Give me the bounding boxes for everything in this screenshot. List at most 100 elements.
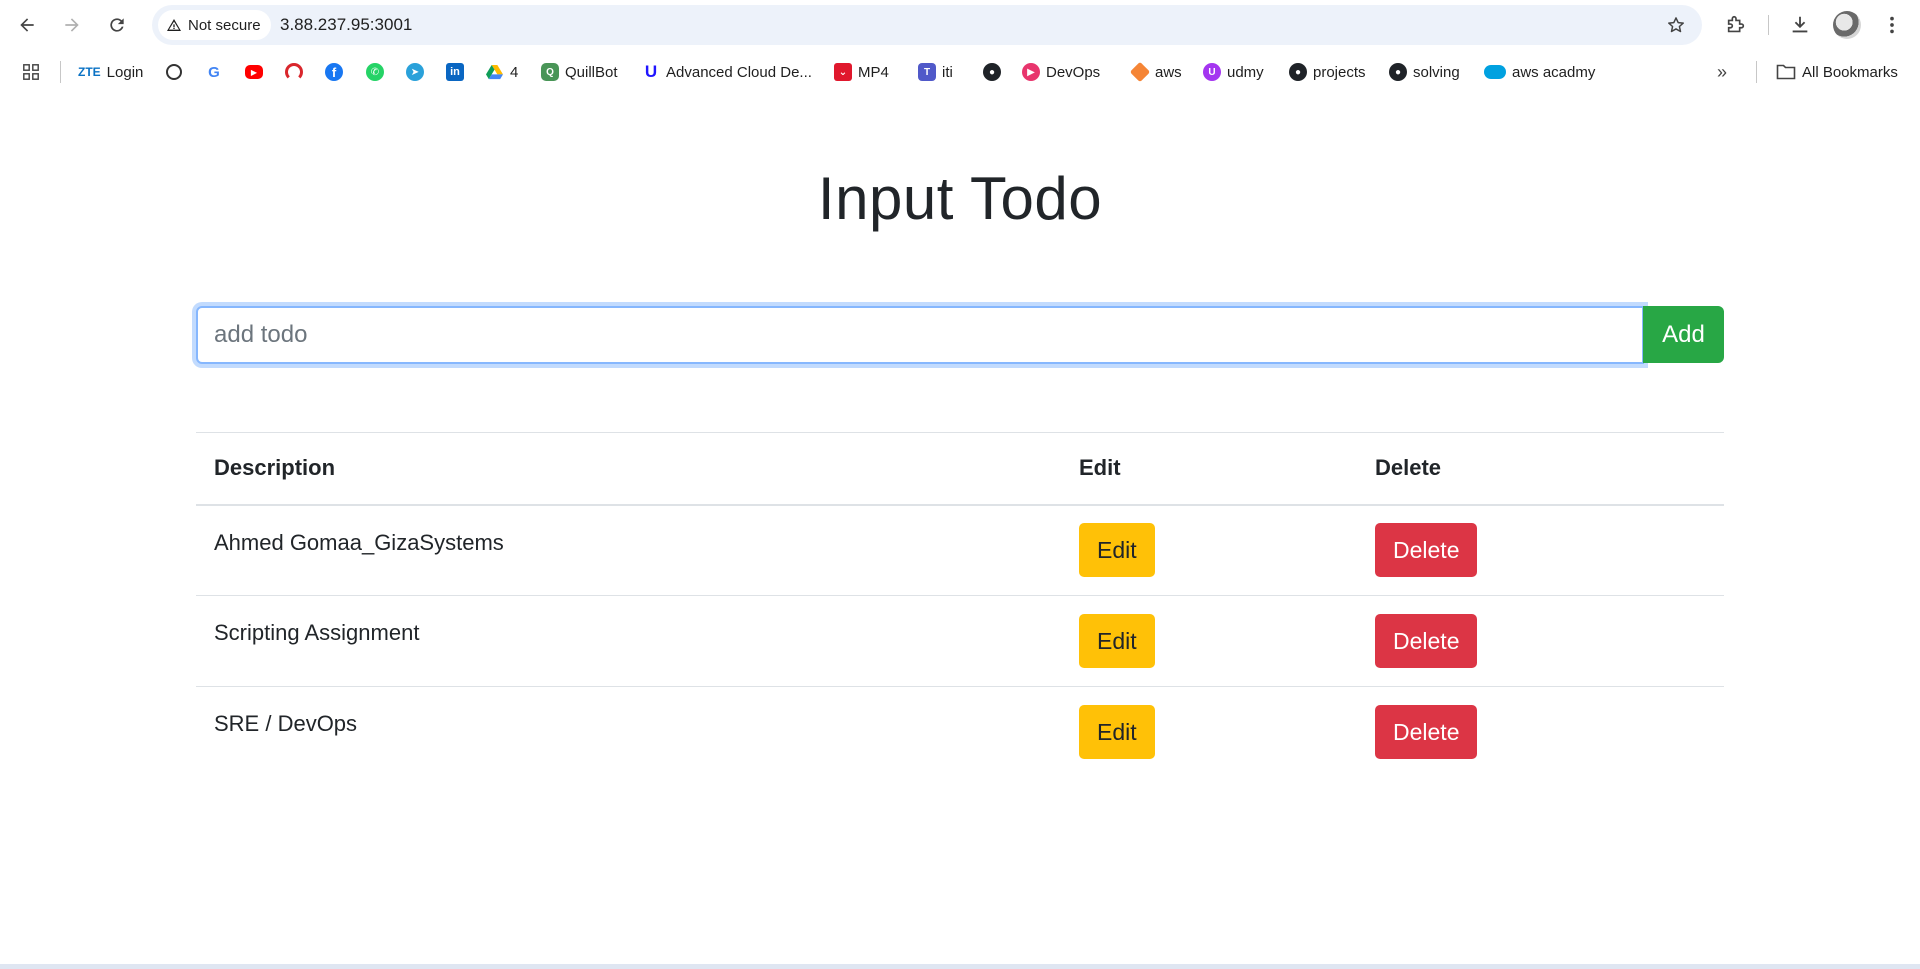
bookmark-drive[interactable]: 4 <box>485 59 518 85</box>
salesforce-icon <box>1484 65 1506 79</box>
bookmark-udacity[interactable]: U Advanced Cloud De... <box>642 59 812 85</box>
bookmark-label: 4 <box>510 63 519 81</box>
bookmark-youtube[interactable]: ▶ <box>245 59 263 85</box>
more-bookmarks-button[interactable]: » <box>1717 59 1727 85</box>
google-drive-icon <box>486 64 503 79</box>
bookmark-login[interactable]: ZTE Login <box>78 59 143 85</box>
reload-button[interactable] <box>101 9 133 41</box>
url-text[interactable]: 3.88.237.95:3001 <box>280 5 412 45</box>
bookmark-label: iti <box>942 63 953 81</box>
delete-button[interactable]: Delete <box>1375 705 1478 760</box>
bookmark-devops[interactable]: ▶ DevOps <box>1022 59 1100 85</box>
apps-button[interactable] <box>22 59 40 85</box>
bookmark-whatsapp[interactable]: ✆ <box>366 59 384 85</box>
bookmark-label: aws <box>1155 63 1182 81</box>
bookmark-mp4[interactable]: ⌄ MP4 <box>834 59 889 85</box>
delete-button[interactable]: Delete <box>1375 614 1478 668</box>
edit-button[interactable]: Edit <box>1079 614 1155 668</box>
bookmark-iti[interactable]: T iti <box>918 59 953 85</box>
extensions-button[interactable] <box>1720 9 1752 41</box>
bookmark-speedtest[interactable] <box>285 59 303 85</box>
todo-input[interactable] <box>196 306 1644 364</box>
todo-description: Ahmed Gomaa_GizaSystems <box>196 504 1061 596</box>
delete-button[interactable]: Delete <box>1375 523 1478 578</box>
all-bookmarks-label: All Bookmarks <box>1802 63 1898 81</box>
bookmark-google[interactable]: G <box>205 59 223 85</box>
bookmark-label: QuillBot <box>565 63 618 81</box>
bookmark-quillbot[interactable]: Q QuillBot <box>541 59 618 85</box>
star-icon <box>1668 17 1684 33</box>
whatsapp-icon: ✆ <box>366 63 384 81</box>
delete-cell: Delete <box>1357 595 1724 687</box>
edit-cell: Edit <box>1061 595 1357 687</box>
toolbar-divider <box>1768 15 1769 35</box>
quillbot-icon: Q <box>541 63 559 81</box>
zte-icon: ZTE <box>78 65 101 79</box>
udemy-icon: U <box>1203 63 1221 81</box>
bookmark-udemy[interactable]: U udmy <box>1203 59 1264 85</box>
security-label: Not secure <box>188 16 261 34</box>
youtube-icon: ▶ <box>245 65 263 79</box>
todo-form: Add <box>196 306 1724 364</box>
bookmark-telegram[interactable]: ➤ <box>406 59 424 85</box>
security-chip[interactable]: Not secure <box>158 10 271 40</box>
bookmark-label: DevOps <box>1046 63 1101 81</box>
facebook-icon: f <box>325 63 343 81</box>
linkedin-icon: in <box>446 63 464 81</box>
bookmark-label: udmy <box>1227 63 1264 81</box>
download-icon <box>1792 16 1808 33</box>
speedometer-icon <box>285 63 303 81</box>
column-header-description: Description <box>196 432 1061 506</box>
bookmark-label: solving <box>1413 63 1460 81</box>
bookmark-chatgpt[interactable] <box>166 59 182 85</box>
bookmark-label: Login <box>106 63 144 81</box>
browser-toolbar: Not secure 3.88.237.95:3001 <box>0 0 1920 50</box>
bookmark-linkedin[interactable]: in <box>446 59 464 85</box>
aws-icon <box>1129 61 1151 83</box>
arrow-right-icon <box>65 18 79 32</box>
github-icon: ● <box>1389 63 1407 81</box>
more-vert-icon <box>1890 16 1894 34</box>
add-button[interactable]: Add <box>1643 306 1724 363</box>
bookmark-star-button[interactable] <box>1660 9 1692 41</box>
delete-cell: Delete <box>1357 687 1724 778</box>
bookmark-projects[interactable]: ● projects <box>1289 59 1366 85</box>
forward-button[interactable] <box>56 9 88 41</box>
bookmark-solving[interactable]: ● solving <box>1389 59 1460 85</box>
address-bar[interactable]: Not secure 3.88.237.95:3001 <box>152 5 1702 45</box>
edit-cell: Edit <box>1061 504 1357 596</box>
page-title: Input Todo <box>817 165 1103 232</box>
google-icon: G <box>205 63 223 81</box>
page-content: Input Todo Add Description Edit Delete A… <box>0 94 1920 964</box>
double-chevron-right-icon: » <box>1717 61 1728 82</box>
edit-button[interactable]: Edit <box>1079 705 1155 760</box>
chatgpt-icon <box>166 64 182 80</box>
column-header-edit: Edit <box>1061 432 1357 506</box>
todo-description: SRE / DevOps <box>214 711 358 736</box>
bookmark-aws-academy[interactable]: aws acadmy <box>1484 59 1595 85</box>
edit-cell: Edit <box>1061 687 1357 778</box>
apps-grid-icon <box>23 64 39 80</box>
all-bookmarks-button[interactable]: All Bookmarks <box>1776 59 1898 85</box>
profile-avatar[interactable] <box>1833 11 1861 39</box>
bookmark-facebook[interactable]: f <box>325 59 343 85</box>
table-row: SRE / DevOps Edit Delete <box>196 687 1724 778</box>
bookmark-aws[interactable]: aws <box>1129 59 1182 85</box>
bookmark-label: MP4 <box>858 63 889 81</box>
github-icon: ● <box>983 63 1001 81</box>
edit-button[interactable]: Edit <box>1079 523 1155 578</box>
mp4-icon: ⌄ <box>834 63 852 81</box>
downloads-button[interactable] <box>1784 9 1816 41</box>
window-bottom-edge <box>0 964 1920 969</box>
github-icon: ● <box>1289 63 1307 81</box>
puzzle-icon <box>1727 15 1745 33</box>
folder-icon <box>1776 64 1796 80</box>
table-header-row: Description Edit Delete <box>196 432 1724 506</box>
back-button[interactable] <box>11 9 43 41</box>
bookmark-github[interactable]: ● <box>983 59 1001 85</box>
bookmark-label: projects <box>1313 63 1366 81</box>
menu-button[interactable] <box>1876 9 1908 41</box>
bookmark-label: aws acadmy <box>1512 63 1596 81</box>
bookmarks-divider <box>1756 61 1757 83</box>
reload-icon <box>110 18 124 32</box>
